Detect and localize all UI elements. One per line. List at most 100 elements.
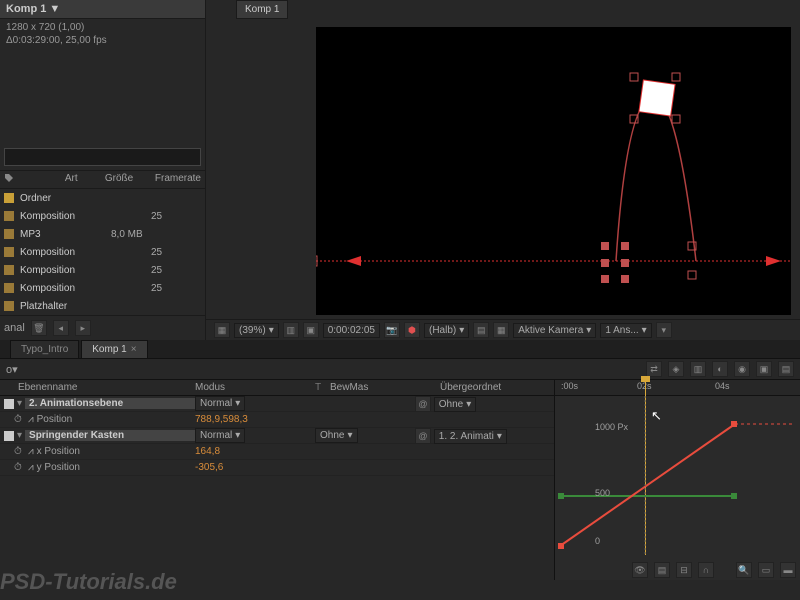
- color-swatch: [4, 301, 14, 311]
- prev-icon[interactable]: ◂: [53, 320, 69, 336]
- color-swatch: [4, 265, 14, 275]
- project-row[interactable]: Ordner: [0, 189, 205, 207]
- tool-3d-icon[interactable]: ◈: [668, 361, 684, 377]
- eye-icon[interactable]: 👁: [632, 562, 648, 578]
- item-name: Komposition: [20, 283, 111, 294]
- layout-icon[interactable]: ▥: [283, 322, 299, 338]
- tab-typo-intro[interactable]: Typo_Intro: [10, 340, 79, 358]
- trans-grid-icon[interactable]: ▦: [493, 322, 509, 338]
- col-type[interactable]: Art: [65, 173, 105, 186]
- camera-dropdown[interactable]: Aktive Kamera ▾: [513, 323, 596, 338]
- layer-row-1[interactable]: ▾2. Animationsebene Normal ▾ @ Ohne ▾: [0, 396, 554, 412]
- color-swatch[interactable]: [4, 431, 14, 441]
- graph-icon[interactable]: ⩘: [28, 414, 34, 425]
- item-name: Komposition: [20, 265, 111, 276]
- tool-brainstorm-icon[interactable]: ▣: [756, 361, 772, 377]
- col-mode[interactable]: Modus: [195, 382, 315, 393]
- mode-dropdown[interactable]: Normal ▾: [195, 396, 245, 411]
- col-fps[interactable]: Framerate: [155, 173, 201, 186]
- audio-icon[interactable]: ∩: [698, 562, 714, 578]
- twirl-icon[interactable]: ▾: [17, 430, 22, 441]
- roi-icon[interactable]: ▤: [473, 322, 489, 338]
- trash-icon[interactable]: 🗑: [31, 320, 47, 336]
- y-tick-500: 500: [595, 488, 610, 498]
- trkmat-dropdown[interactable]: Ohne ▾: [315, 428, 358, 443]
- tab-komp1[interactable]: Komp 1×: [81, 340, 147, 358]
- layer2-x-row[interactable]: ⏱⩘x Position 164,8: [0, 444, 554, 460]
- project-row[interactable]: Komposition 25: [0, 261, 205, 279]
- tick-4: 04s: [715, 381, 730, 391]
- timeline-layer-panel: Ebenenname Modus T BewMas Übergeordnet ▾…: [0, 380, 554, 580]
- more-icon[interactable]: ▾: [656, 322, 672, 338]
- next-icon[interactable]: ▸: [75, 320, 91, 336]
- fit-all-icon[interactable]: ▭: [758, 562, 774, 578]
- graph-type-icon[interactable]: ▤: [654, 562, 670, 578]
- grid-icon[interactable]: ▦: [214, 322, 230, 338]
- channel-icon[interactable]: ⬢: [404, 322, 420, 338]
- col-size[interactable]: Größe: [105, 173, 155, 186]
- project-row[interactable]: MP38,0 MB: [0, 225, 205, 243]
- y-tick-1000: 1000 Px: [595, 422, 628, 432]
- mode-dropdown[interactable]: Normal ▾: [195, 428, 245, 443]
- prop-value[interactable]: 164,8: [195, 446, 315, 457]
- project-row[interactable]: Komposition25: [0, 207, 205, 225]
- tool-motion-blur-icon[interactable]: ◐: [712, 361, 728, 377]
- col-layername[interactable]: Ebenenname: [0, 382, 195, 393]
- comp-title-bar[interactable]: Komp 1 ▼: [0, 0, 205, 19]
- close-icon[interactable]: ×: [131, 344, 137, 355]
- viewer-tab[interactable]: Komp 1: [236, 0, 288, 19]
- layer1-position-row[interactable]: ⏱⩘Position 788,9,598,3: [0, 412, 554, 428]
- mask-icon[interactable]: ▣: [303, 322, 319, 338]
- project-row[interactable]: Komposition25: [0, 243, 205, 261]
- viewer-canvas[interactable]: [316, 27, 791, 315]
- project-row[interactable]: Komposition25: [0, 279, 205, 297]
- project-search-input[interactable]: [4, 148, 201, 166]
- fit-sel-icon[interactable]: ▬: [780, 562, 796, 578]
- graph-icon[interactable]: ⩘: [28, 446, 34, 457]
- col-parent[interactable]: Übergeordnet: [440, 382, 501, 393]
- layer-name[interactable]: 2. Animationsebene: [25, 398, 195, 409]
- timecode-display[interactable]: 0:00:02:05: [323, 323, 380, 338]
- tool-frame-blend-icon[interactable]: ▥: [690, 361, 706, 377]
- snapshot-icon[interactable]: 📷: [384, 322, 400, 338]
- layer-name[interactable]: Springender Kasten: [25, 430, 195, 441]
- tool-graph-icon[interactable]: ◉: [734, 361, 750, 377]
- twirl-icon[interactable]: ▾: [17, 398, 22, 409]
- pickwhip-icon[interactable]: @: [415, 396, 431, 412]
- project-row[interactable]: Platzhalter: [0, 297, 205, 315]
- graph-editor[interactable]: :00s 02s 04s ↖ 1000 Px 500 0 👁 ▤ ⊟: [554, 380, 800, 580]
- comp-title: Komp 1 ▼: [6, 3, 60, 15]
- stopwatch-icon[interactable]: ⏱: [14, 446, 25, 457]
- item-fps: 25: [151, 265, 201, 276]
- snap-icon[interactable]: ⊟: [676, 562, 692, 578]
- prop-value[interactable]: -305,6: [195, 462, 315, 473]
- viewer-toolbar: ▦ (39%) ▾ ▥ ▣ 0:00:02:05 📷 ⬢ (Halb) ▾ ▤ …: [206, 319, 800, 340]
- item-fps: 25: [151, 247, 201, 258]
- watermark: PSD-Tutorials.de: [0, 569, 177, 595]
- stopwatch-icon[interactable]: ⏱: [14, 462, 25, 473]
- col-trkmat[interactable]: BewMas: [330, 382, 440, 393]
- parent-dropdown[interactable]: 1. 2. Animati ▾: [434, 429, 507, 444]
- motion-path: [316, 27, 791, 307]
- layer-row-2[interactable]: ▾Springender Kasten Normal ▾ Ohne ▾ @ 1.…: [0, 428, 554, 444]
- graph-icon[interactable]: ⩘: [28, 462, 34, 473]
- search-input[interactable]: o▾: [6, 363, 18, 376]
- color-swatch: [4, 193, 14, 203]
- prop-value[interactable]: 788,9,598,3: [195, 414, 315, 425]
- views-dropdown[interactable]: 1 Ans... ▾: [600, 323, 651, 338]
- fit-icon[interactable]: 🔍: [736, 562, 752, 578]
- color-swatch: [4, 247, 14, 257]
- item-name: Ordner: [20, 193, 111, 204]
- prop-label: Position: [37, 414, 73, 425]
- color-swatch[interactable]: [4, 399, 14, 409]
- quality-dropdown[interactable]: (Halb) ▾: [424, 323, 469, 338]
- parent-dropdown[interactable]: Ohne ▾: [434, 397, 477, 412]
- comp-duration: Δ0:03:29:00, 25,00 fps: [6, 34, 199, 47]
- time-ruler[interactable]: :00s 02s 04s ↖: [555, 380, 800, 396]
- pickwhip-icon[interactable]: @: [415, 428, 431, 444]
- stopwatch-icon[interactable]: ⏱: [14, 414, 25, 425]
- tool-render-icon[interactable]: ▤: [778, 361, 794, 377]
- tool-shy-icon[interactable]: ⇄: [646, 361, 662, 377]
- layer2-y-row[interactable]: ⏱⩘y Position -305,6: [0, 460, 554, 476]
- zoom-dropdown[interactable]: (39%) ▾: [234, 323, 279, 338]
